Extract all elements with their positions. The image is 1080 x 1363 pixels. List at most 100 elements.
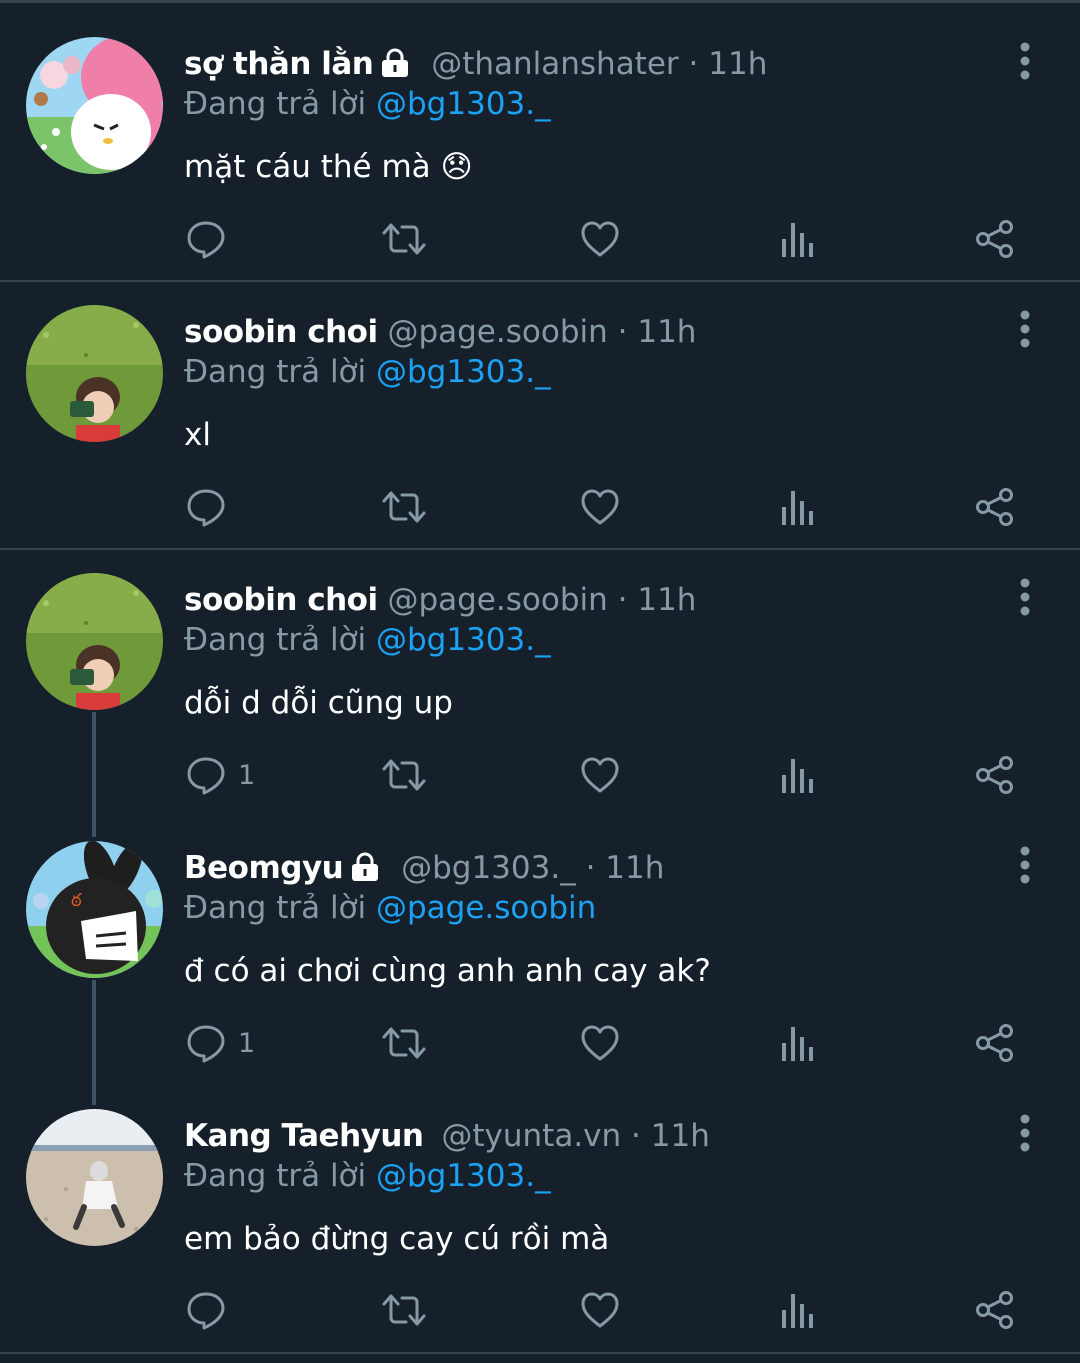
tweet-text: xl (184, 417, 211, 453)
replying-to-label: Đang trả lời (184, 890, 367, 926)
reply-button[interactable] (186, 1285, 238, 1335)
more-icon[interactable] (1012, 42, 1038, 82)
tweet-header: soobin choi @page.soobin · 11h (184, 312, 696, 352)
lock-icon (379, 48, 411, 88)
like-button[interactable] (580, 214, 620, 264)
reply-icon (186, 487, 226, 527)
reply-button[interactable]: 1 (186, 1018, 255, 1068)
divider (0, 548, 1080, 550)
more-icon[interactable] (1012, 310, 1038, 350)
tweet[interactable]: Kang Taehyun @tyunta.vn · 11h Đang trả l… (0, 1087, 1080, 1363)
mention-link[interactable]: @bg1303._ (376, 1158, 551, 1194)
avatar[interactable] (26, 1109, 163, 1246)
display-name[interactable]: sợ thằn lằn (184, 46, 374, 82)
analytics-button[interactable] (780, 482, 816, 532)
tweet[interactable]: ఠ Beomgyu @bg1303._ · 11h Đang trả lời @… (0, 819, 1080, 1087)
timestamp[interactable]: 11h (708, 46, 767, 82)
replying-to: Đang trả lời @bg1303._ (184, 352, 551, 392)
like-button[interactable] (580, 482, 620, 532)
avatar[interactable] (26, 573, 163, 710)
tweet-actions: 1 (0, 1018, 1080, 1068)
avatar[interactable]: ఠ (26, 841, 163, 978)
handle[interactable]: @thanlanshater (431, 46, 678, 82)
display-name[interactable]: Beomgyu (184, 850, 344, 886)
handle[interactable]: @page.soobin (387, 314, 607, 350)
retweet-icon (381, 1290, 427, 1330)
tweet-text: mặt cáu thé mà 😞 (184, 149, 473, 185)
analytics-icon (780, 487, 816, 527)
timestamp[interactable]: 11h (651, 1118, 710, 1154)
tweet-text: đ có ai chơi cùng anh anh cay ak? (184, 953, 711, 989)
reply-button[interactable]: 1 (186, 750, 255, 800)
mention-link[interactable]: @bg1303._ (376, 354, 551, 390)
timestamp[interactable]: 11h (637, 314, 696, 350)
lock-icon (349, 852, 381, 892)
analytics-button[interactable] (780, 1018, 816, 1068)
tweet-header: Kang Taehyun @tyunta.vn · 11h (184, 1116, 710, 1156)
avatar[interactable] (26, 37, 163, 174)
more-icon[interactable] (1012, 578, 1038, 618)
tweet[interactable]: soobin choi @page.soobin · 11h Đang trả … (0, 551, 1080, 819)
share-icon (975, 1023, 1015, 1063)
mention-link[interactable]: @bg1303._ (376, 622, 551, 658)
retweet-button[interactable] (381, 482, 427, 532)
display-name[interactable]: soobin choi (184, 582, 378, 618)
share-button[interactable] (975, 482, 1015, 532)
replying-to-label: Đang trả lời (184, 622, 367, 658)
analytics-icon (780, 755, 816, 795)
handle[interactable]: @page.soobin (387, 582, 607, 618)
avatar[interactable] (26, 305, 163, 442)
timestamp[interactable]: 11h (605, 850, 664, 886)
display-name[interactable]: Kang Taehyun (184, 1118, 424, 1154)
more-icon[interactable] (1012, 846, 1038, 886)
analytics-button[interactable] (780, 1285, 816, 1335)
replying-to: Đang trả lời @bg1303._ (184, 620, 551, 660)
analytics-icon (780, 1023, 816, 1063)
tweet-text: em bảo đừng cay cú rồi mà (184, 1221, 610, 1257)
replying-to-label: Đang trả lời (184, 86, 367, 122)
divider (0, 1352, 1080, 1354)
retweet-icon (381, 755, 427, 795)
retweet-button[interactable] (381, 1285, 427, 1335)
dot-separator: · (585, 850, 596, 886)
retweet-button[interactable] (381, 750, 427, 800)
tweet-header: sợ thằn lằn @thanlanshater · 11h (184, 44, 767, 88)
share-button[interactable] (975, 1018, 1015, 1068)
like-button[interactable] (580, 1018, 620, 1068)
like-button[interactable] (580, 1285, 620, 1335)
retweet-button[interactable] (381, 214, 427, 264)
timestamp[interactable]: 11h (637, 582, 696, 618)
replying-to: Đang trả lời @bg1303._ (184, 84, 551, 124)
analytics-icon (780, 1290, 816, 1330)
like-button[interactable] (580, 750, 620, 800)
handle[interactable]: @bg1303._ (401, 850, 576, 886)
replying-to-label: Đang trả lời (184, 354, 367, 390)
handle[interactable]: @tyunta.vn (441, 1118, 621, 1154)
replying-to-label: Đang trả lời (184, 1158, 367, 1194)
tweet-actions (0, 482, 1080, 532)
more-icon[interactable] (1012, 1114, 1038, 1154)
dot-separator: · (617, 314, 628, 350)
share-button[interactable] (975, 1285, 1015, 1335)
share-button[interactable] (975, 750, 1015, 800)
like-icon (580, 755, 620, 795)
mention-link[interactable]: @bg1303._ (376, 86, 551, 122)
divider (0, 280, 1080, 282)
tweet[interactable]: sợ thằn lằn @thanlanshater · 11h Đang tr… (0, 0, 1080, 283)
display-name[interactable]: soobin choi (184, 314, 378, 350)
retweet-button[interactable] (381, 1018, 427, 1068)
analytics-button[interactable] (780, 214, 816, 264)
reply-button[interactable] (186, 214, 238, 264)
tweet[interactable]: soobin choi @page.soobin · 11h Đang trả … (0, 283, 1080, 551)
tweet-header: soobin choi @page.soobin · 11h (184, 580, 696, 620)
reply-icon (186, 1290, 226, 1330)
like-icon (580, 1023, 620, 1063)
mention-link[interactable]: @page.soobin (376, 890, 596, 926)
tweet-actions (0, 214, 1080, 264)
analytics-button[interactable] (780, 750, 816, 800)
reply-button[interactable] (186, 482, 238, 532)
share-icon (975, 755, 1015, 795)
share-button[interactable] (975, 214, 1015, 264)
reply-count: 1 (238, 759, 256, 791)
share-icon (975, 1290, 1015, 1330)
